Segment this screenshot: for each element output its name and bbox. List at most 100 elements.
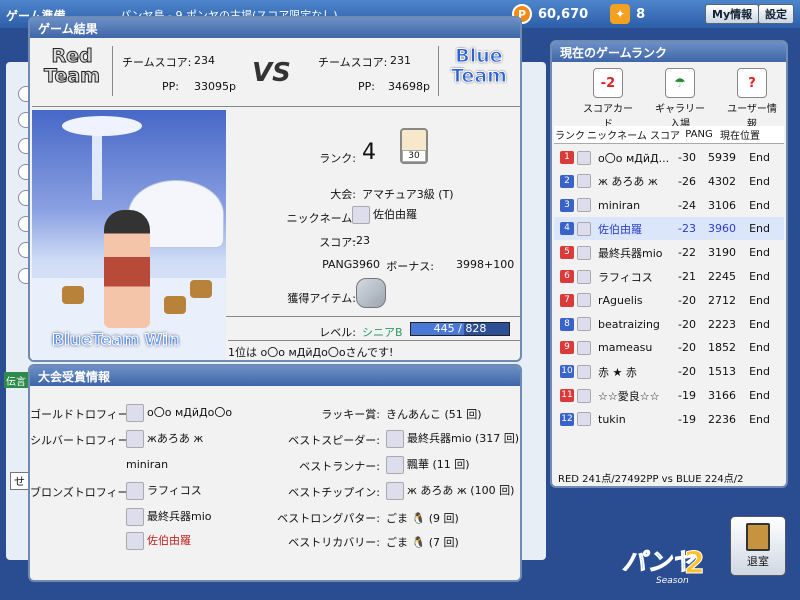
gold-trophy-winner: o〇o мДйДо〇o	[126, 404, 232, 422]
avatar	[352, 206, 370, 224]
tree-stump	[62, 286, 84, 304]
rank-position: End	[749, 151, 770, 164]
my-info-button[interactable]: My情報	[705, 4, 760, 24]
rank-position: End	[749, 317, 770, 331]
rank-number-badge: 5	[560, 246, 574, 260]
avatar	[577, 245, 591, 260]
col-rank: ランク	[555, 131, 585, 142]
rank-row[interactable]: 12 tukin -19 2236 End	[554, 408, 784, 431]
item-label: 獲得アイテム:	[287, 292, 356, 305]
best-long-putter-winner: ごま 🐧 (9 回)	[386, 510, 459, 526]
rank-pang: 3106	[708, 198, 736, 212]
rank-pang: 2236	[708, 412, 736, 426]
red-pp-value: 33095p	[194, 80, 236, 93]
rank-table-header: ランク ニックネーム スコア PANG 現在位置	[554, 126, 784, 144]
result-screenshot-image: BlueTeam Win	[32, 110, 226, 360]
best-chipin-label: ベストチップイン:	[288, 486, 380, 499]
rank-row[interactable]: 11 ☆☆愛良☆☆ -19 3166 End	[554, 384, 784, 407]
rank-position: End	[749, 365, 770, 379]
avatar	[577, 150, 591, 165]
silver-trophy-label: シルバートロフィー:	[30, 434, 133, 447]
best-recovery-count: (7 回)	[428, 536, 459, 549]
gold-winner-name: o〇o мДйДо〇o	[147, 406, 233, 419]
avatar	[126, 430, 144, 448]
bronze-trophy-winner-1: ラフィコス	[126, 482, 202, 500]
avatar	[386, 482, 404, 500]
rank-pang: 3166	[708, 389, 736, 402]
rank-row[interactable]: 7 rAguelis -20 2712 End	[554, 289, 784, 312]
penguin-icon: 🐧	[411, 512, 426, 525]
rank-row[interactable]: 4 佐伯由羅 -23 3960 End	[554, 217, 784, 241]
col-position: 現在位置	[720, 131, 760, 142]
score-value: -23	[352, 234, 370, 247]
rank-row[interactable]: 5 最終兵器mio -22 3190 End	[554, 241, 784, 264]
rank-number-badge: 3	[560, 198, 574, 212]
avatar	[577, 198, 591, 213]
avatar	[577, 174, 591, 189]
rank-row[interactable]: 9 mameasu -20 1852 End	[554, 336, 784, 359]
rank-number-badge: 11	[560, 389, 574, 402]
avatar	[577, 221, 591, 236]
silver-winner-name-2: miniran	[126, 458, 169, 471]
bronze-trophy-winner-2: 最終兵器mio	[126, 508, 212, 526]
door-icon	[746, 523, 770, 551]
rank-value: 4	[362, 140, 376, 165]
rank-score: -20	[678, 365, 696, 379]
best-speeder-winner: 最終兵器mio (317 回)	[386, 430, 519, 448]
result-footer: 1位は o〇o мДйДо〇oさんです!	[228, 346, 394, 359]
rank-nickname: ж あろあ ж	[598, 175, 658, 189]
rank-number-badge: 2	[560, 174, 574, 188]
rank-score: -19	[678, 412, 696, 426]
bronze-trophy-winner-3: 佐伯由羅	[126, 532, 191, 550]
avatar	[386, 430, 404, 448]
blue-score-value: 231	[390, 54, 411, 67]
penguin-icon: 🐧	[411, 536, 426, 549]
rank-score: -20	[678, 293, 696, 307]
divider	[32, 106, 520, 107]
rank-row[interactable]: 1 o〇o мДйД... -30 5939 End	[554, 146, 784, 169]
rank-row[interactable]: 8 beatraizing -20 2223 End	[554, 313, 784, 336]
rank-score: -21	[678, 270, 696, 283]
exit-room-button[interactable]: 退室	[730, 516, 786, 576]
level-progress-bar: 445 / 828	[410, 322, 510, 336]
rank-number-badge: 1	[560, 151, 574, 164]
rank-nickname: miniran	[598, 198, 641, 212]
scorecard-button[interactable]: -2 スコアカード	[582, 68, 634, 130]
divider	[438, 46, 439, 96]
best-chipin-value: ж あろあ ж (100 回)	[407, 484, 515, 497]
trophy-icon: 30	[400, 128, 428, 164]
chat-input-stub[interactable]: せ	[10, 472, 30, 490]
best-recovery-winner: ごま 🐧 (7 回)	[386, 534, 459, 550]
gallery-entry-button[interactable]: ☂ ギャラリー入場	[654, 68, 706, 130]
message-ticker: 伝言	[4, 372, 30, 388]
rank-position: End	[749, 222, 770, 236]
currency-bar: P 60,670 ✦ 8	[512, 2, 645, 26]
trophy-number: 30	[402, 150, 426, 162]
exit-room-label: 退室	[747, 555, 769, 568]
rank-row[interactable]: 10 赤 ★ 赤 -20 1513 End	[554, 360, 784, 383]
rank-row[interactable]: 3 miniran -24 3106 End	[554, 194, 784, 217]
rank-row[interactable]: 2 ж あろあ ж -26 4302 End	[554, 170, 784, 193]
rank-nickname: 赤 ★ 赤	[598, 365, 637, 379]
avatar	[577, 293, 591, 308]
settings-button[interactable]: 設定	[758, 4, 794, 24]
rank-nickname: o〇o мДйД...	[598, 151, 668, 165]
avatar	[577, 317, 591, 332]
rank-position: End	[749, 174, 770, 188]
rank-panel-title: 現在のゲームランク	[552, 42, 786, 62]
red-pp-label: PP:	[162, 80, 179, 93]
avatar	[577, 412, 591, 427]
rank-row[interactable]: 6 ラフィコス -21 2245 End	[554, 265, 784, 288]
red-team-label: Red Team	[44, 45, 101, 87]
rank-pang: 4302	[708, 174, 736, 188]
user-info-icon: ?	[737, 68, 767, 98]
best-speeder-value: 最終兵器mio (317 回)	[407, 432, 520, 445]
blue-team-label: Blue Team	[451, 45, 508, 87]
rank-label: ランク:	[319, 152, 356, 165]
avatar	[577, 388, 591, 403]
user-info-button[interactable]: ? ユーザー情報	[726, 68, 778, 130]
rank-number-badge: 6	[560, 270, 574, 283]
bronze-winner-name-3: 佐伯由羅	[147, 534, 191, 547]
rank-pang: 1513	[708, 365, 736, 379]
gallery-umbrella-icon: ☂	[665, 68, 695, 98]
